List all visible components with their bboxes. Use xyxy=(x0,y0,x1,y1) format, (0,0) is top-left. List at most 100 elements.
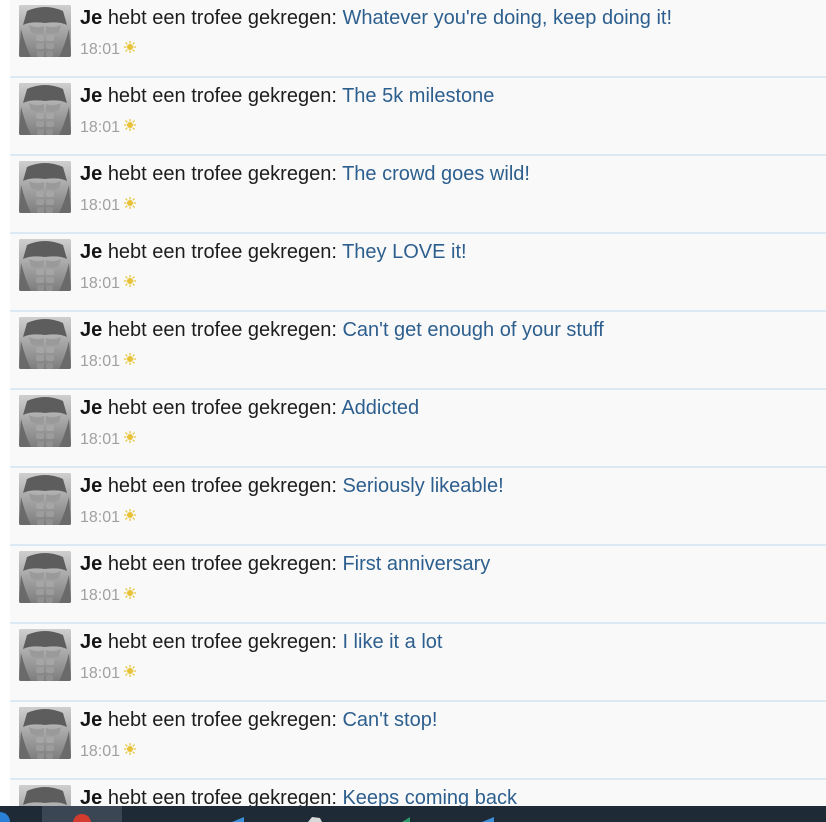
actor-name: Je xyxy=(80,475,103,497)
trophy-link[interactable]: I like it a lot xyxy=(342,631,442,653)
os-taskbar xyxy=(0,806,826,822)
taskbar-app-browser[interactable] xyxy=(42,806,122,822)
alert-meta: 18:01 xyxy=(80,119,137,137)
alert-text: Je hebt een trofee gekregen: I like it a… xyxy=(80,630,442,654)
start-icon xyxy=(0,812,10,822)
timestamp: 18:01 xyxy=(80,431,121,448)
avatar[interactable] xyxy=(19,629,71,681)
trophy-link[interactable]: Can't stop! xyxy=(342,709,437,731)
alert-action-text: hebt een trofee gekregen: xyxy=(107,163,337,185)
avatar[interactable] xyxy=(19,239,71,291)
avatar[interactable] xyxy=(19,317,71,369)
trophy-icon xyxy=(124,665,137,677)
torso-avatar-image xyxy=(19,161,71,213)
trophy-link[interactable]: The crowd goes wild! xyxy=(342,163,530,185)
alert-text: Je hebt een trofee gekregen: Seriously l… xyxy=(80,474,504,498)
torso-avatar-image xyxy=(19,83,71,135)
torso-avatar-image xyxy=(19,473,71,525)
trophy-link[interactable]: First anniversary xyxy=(342,553,490,575)
torso-avatar-image xyxy=(19,707,71,759)
trophy-link[interactable]: Seriously likeable! xyxy=(342,475,503,497)
torso-avatar-image xyxy=(19,629,71,681)
avatar[interactable] xyxy=(19,707,71,759)
alert-item: Je hebt een trofee gekregen: Keeps comin… xyxy=(10,780,826,806)
alert-text: Je hebt een trofee gekregen: They LOVE i… xyxy=(80,240,467,264)
alert-item: Je hebt een trofee gekregen: Can't stop!… xyxy=(10,702,826,780)
alert-meta: 18:01 xyxy=(80,197,137,215)
taskbar-app-4[interactable] xyxy=(392,806,422,822)
alert-action-text: hebt een trofee gekregen: xyxy=(107,397,337,419)
avatar[interactable] xyxy=(19,395,71,447)
actor-name: Je xyxy=(80,553,103,575)
avatar[interactable] xyxy=(19,785,71,806)
trophy-icon xyxy=(124,41,137,53)
alert-item: Je hebt een trofee gekregen: Whatever yo… xyxy=(10,0,826,78)
trophy-link[interactable]: They LOVE it! xyxy=(342,241,467,263)
alert-meta: 18:01 xyxy=(80,431,137,449)
alert-action-text: hebt een trofee gekregen: xyxy=(107,553,337,575)
alert-meta: 18:01 xyxy=(80,275,137,293)
alert-action-text: hebt een trofee gekregen: xyxy=(107,709,337,731)
alert-text: Je hebt een trofee gekregen: The 5k mile… xyxy=(80,84,494,108)
torso-avatar-image xyxy=(19,395,71,447)
alert-action-text: hebt een trofee gekregen: xyxy=(107,787,337,806)
timestamp: 18:01 xyxy=(80,665,121,682)
torso-avatar-image xyxy=(19,5,71,57)
trophy-link[interactable]: Addicted xyxy=(341,397,419,419)
trophy-link[interactable]: Whatever you're doing, keep doing it! xyxy=(342,7,672,29)
trophy-icon xyxy=(124,353,137,365)
trophy-icon xyxy=(124,587,137,599)
alert-text: Je hebt een trofee gekregen: Can't stop! xyxy=(80,708,437,732)
timestamp: 18:01 xyxy=(80,353,121,370)
trophy-icon xyxy=(124,119,137,131)
actor-name: Je xyxy=(80,241,103,263)
avatar[interactable] xyxy=(19,161,71,213)
avatar[interactable] xyxy=(19,5,71,57)
alert-item: Je hebt een trofee gekregen: They LOVE i… xyxy=(10,234,826,312)
timestamp: 18:01 xyxy=(80,41,121,58)
alert-item: Je hebt een trofee gekregen: I like it a… xyxy=(10,624,826,702)
alert-item: Je hebt een trofee gekregen: Can't get e… xyxy=(10,312,826,390)
actor-name: Je xyxy=(80,163,103,185)
taskbar-app-3[interactable] xyxy=(300,806,330,822)
actor-name: Je xyxy=(80,85,103,107)
app-icon xyxy=(402,817,410,822)
avatar[interactable] xyxy=(19,473,71,525)
taskbar-app-5[interactable] xyxy=(472,806,502,822)
alert-item: Je hebt een trofee gekregen: Seriously l… xyxy=(10,468,826,546)
timestamp: 18:01 xyxy=(80,509,121,526)
alert-meta: 18:01 xyxy=(80,509,137,527)
trophy-link[interactable]: The 5k milestone xyxy=(342,85,494,107)
alert-action-text: hebt een trofee gekregen: xyxy=(107,7,337,29)
trophy-icon xyxy=(124,275,137,287)
trophy-icon xyxy=(124,743,137,755)
avatar[interactable] xyxy=(19,551,71,603)
taskbar-start-button[interactable] xyxy=(0,806,14,822)
actor-name: Je xyxy=(80,7,103,29)
trophy-icon xyxy=(124,197,137,209)
alert-feed: Je hebt een trofee gekregen: Whatever yo… xyxy=(10,0,826,806)
alert-text: Je hebt een trofee gekregen: The crowd g… xyxy=(80,162,530,186)
app-icon xyxy=(232,817,244,822)
torso-avatar-image xyxy=(19,239,71,291)
alert-meta: 18:01 xyxy=(80,743,137,761)
actor-name: Je xyxy=(80,787,103,806)
alert-action-text: hebt een trofee gekregen: xyxy=(107,241,337,263)
alert-action-text: hebt een trofee gekregen: xyxy=(107,631,337,653)
trophy-link[interactable]: Keeps coming back xyxy=(342,787,517,806)
alert-item: Je hebt een trofee gekregen: First anniv… xyxy=(10,546,826,624)
alert-meta: 18:01 xyxy=(80,665,137,683)
timestamp: 18:01 xyxy=(80,275,121,292)
timestamp: 18:01 xyxy=(80,119,121,136)
alert-item: Je hebt een trofee gekregen: The crowd g… xyxy=(10,156,826,234)
alert-action-text: hebt een trofee gekregen: xyxy=(107,319,337,341)
browser-icon xyxy=(73,814,91,822)
torso-avatar-image xyxy=(19,785,71,806)
actor-name: Je xyxy=(80,631,103,653)
alert-action-text: hebt een trofee gekregen: xyxy=(107,85,337,107)
trophy-link[interactable]: Can't get enough of your stuff xyxy=(342,319,603,341)
timestamp: 18:01 xyxy=(80,743,121,760)
timestamp: 18:01 xyxy=(80,197,121,214)
avatar[interactable] xyxy=(19,83,71,135)
taskbar-app-2[interactable] xyxy=(220,806,250,822)
